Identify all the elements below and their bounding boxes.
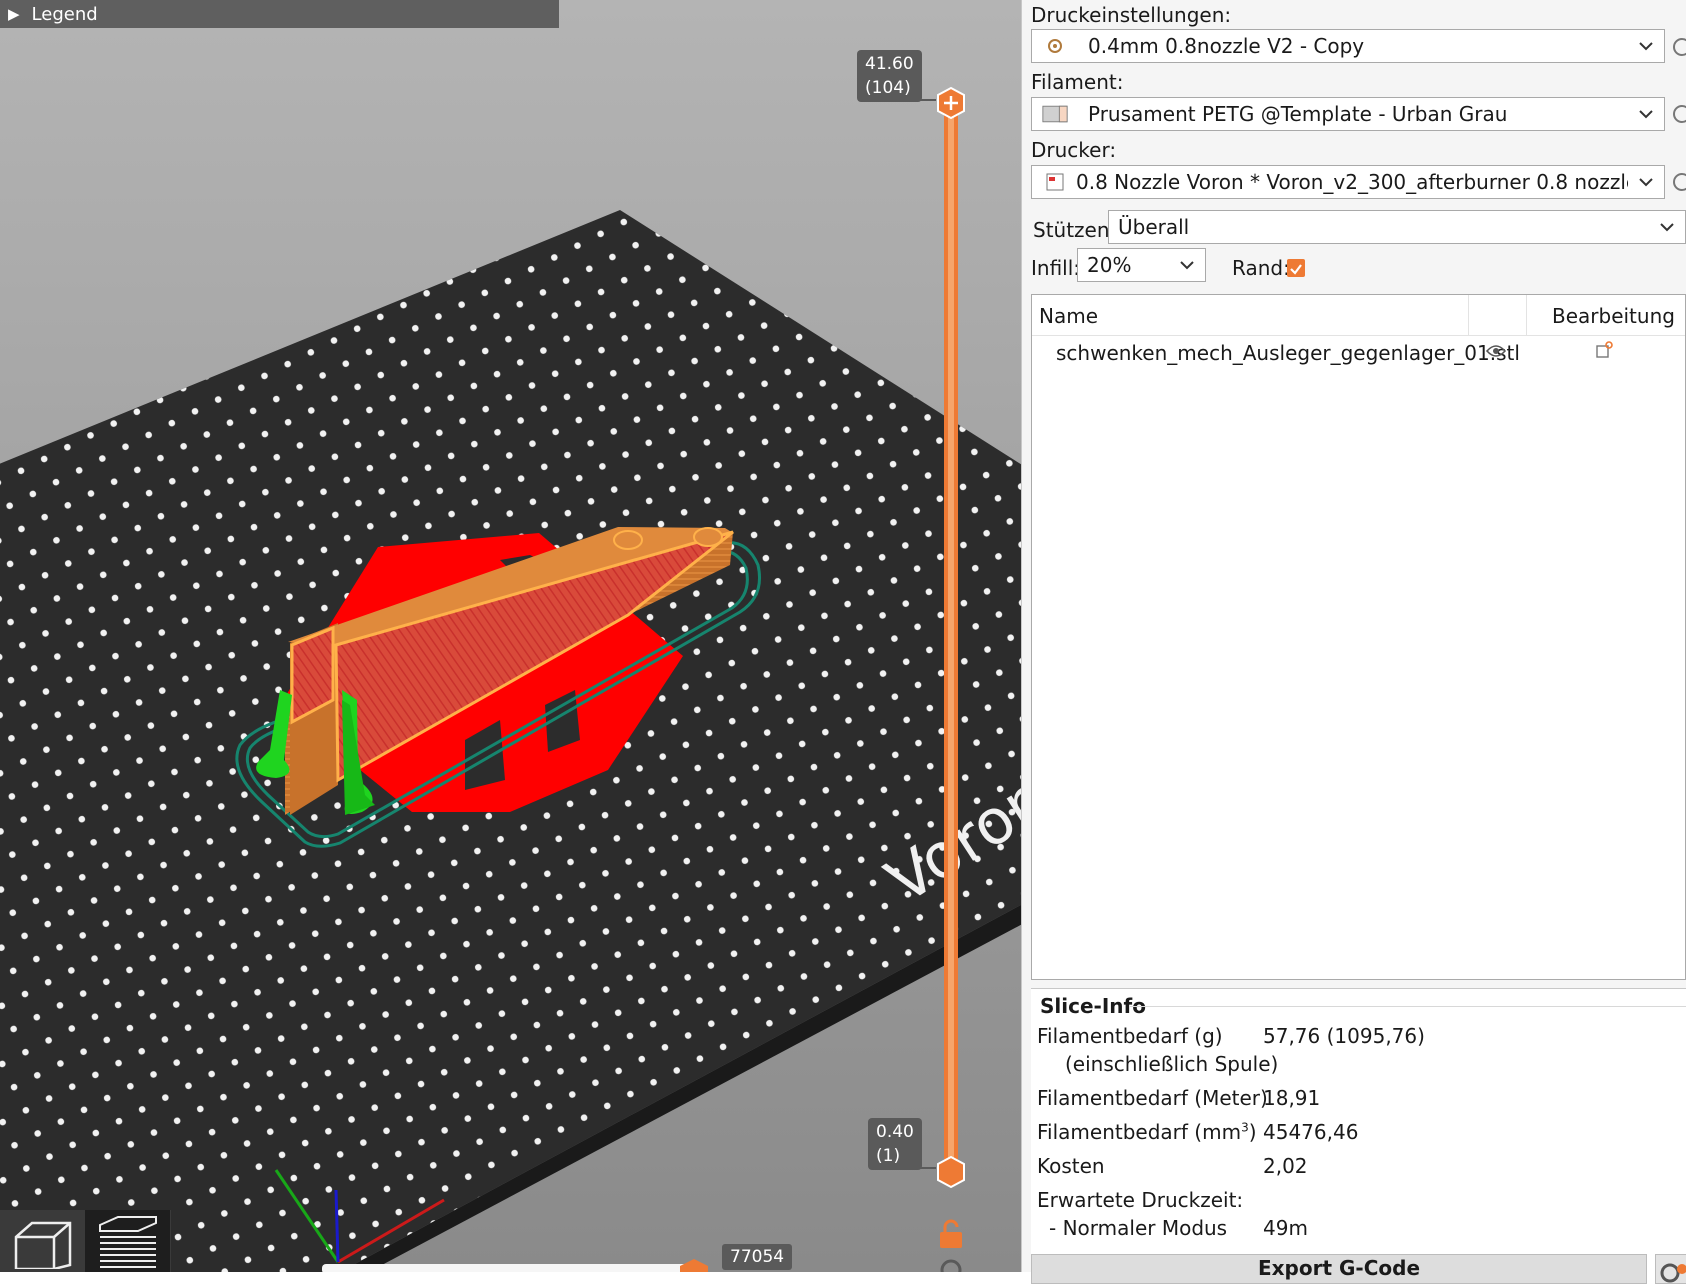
edit-settings-icon[interactable]	[1595, 341, 1613, 359]
chevron-down-icon	[1628, 109, 1664, 119]
cost-label: Kosten	[1037, 1154, 1105, 1178]
table-row[interactable]: schwenken_mech_Ausleger_gegenlager_01.st…	[1032, 335, 1685, 371]
cost-value: 2,02	[1263, 1154, 1308, 1178]
filament-value: Prusament PETG @Template - Urban Grau	[1088, 102, 1508, 126]
column-divider	[1526, 295, 1527, 335]
object-name: schwenken_mech_Ausleger_gegenlager_01.st…	[1056, 341, 1520, 365]
supports-value: Überall	[1118, 215, 1190, 239]
settings-cog-icon[interactable]	[940, 1259, 962, 1272]
view-mode-switch	[0, 1210, 171, 1272]
infill-combo[interactable]: 20%	[1077, 248, 1206, 282]
bottom-layer-label: 0.40 (1)	[868, 1118, 922, 1170]
printer-value: 0.8 Nozzle Voron * Voron_v2_300_afterbur…	[1076, 170, 1628, 194]
top-layer-height: 41.60	[865, 54, 914, 74]
filament-m-value: 18,91	[1263, 1086, 1321, 1110]
filament-combo[interactable]: Prusament PETG @Template - Urban Grau	[1031, 97, 1665, 131]
filament-g-sublabel: (einschließlich Spule)	[1065, 1052, 1279, 1076]
object-list-header: Name Bearbeitung	[1032, 295, 1685, 336]
column-header-name[interactable]: Name	[1039, 304, 1098, 328]
print-settings-label: Druckeinstellungen:	[1031, 3, 1232, 27]
legend-toggle[interactable]: ▶ Legend	[0, 0, 559, 28]
settings-sidebar: Druckeinstellungen: 0.4mm 0.8nozzle V2 -…	[1021, 0, 1686, 1284]
print-settings-combo[interactable]: 0.4mm 0.8nozzle V2 - Copy	[1031, 29, 1665, 63]
layer-slider-bottom-handle	[937, 1155, 965, 1189]
export-gcode-button[interactable]: Export G-Code	[1031, 1254, 1647, 1284]
gear-preset-icon	[1042, 35, 1068, 57]
slice-info-panel: Slice-Info Filamentbedarf (g) (einschlie…	[1031, 988, 1686, 1272]
top-layer-label: 41.60 (104)	[857, 50, 922, 102]
bottom-layer-height: 0.40	[876, 1122, 914, 1142]
slice-info-divider	[1130, 1006, 1686, 1007]
chevron-down-icon	[1628, 41, 1664, 51]
supports-label: Stützen:	[1033, 218, 1117, 242]
lock-icon[interactable]	[940, 1219, 962, 1248]
layers-icon	[98, 1216, 157, 1268]
legend-label: Legend	[31, 3, 98, 25]
chevron-down-icon	[1169, 260, 1205, 270]
eye-icon[interactable]	[1486, 344, 1506, 358]
supports-combo[interactable]: Überall	[1108, 210, 1686, 244]
filament-g-value: 57,76 (1095,76)	[1263, 1024, 1425, 1048]
printer-icon	[1042, 171, 1068, 193]
expand-triangle-icon: ▶	[8, 5, 20, 23]
move-position-label: 77054	[722, 1244, 793, 1270]
bottom-layer-number: (1)	[876, 1146, 901, 1166]
column-header-edit[interactable]: Bearbeitung	[1552, 304, 1675, 328]
infill-value: 20%	[1087, 253, 1132, 277]
filament-g-label: Filamentbedarf (g)	[1037, 1024, 1223, 1048]
chevron-down-icon	[1649, 222, 1685, 232]
scene-canvas[interactable]: VoronD	[0, 0, 1021, 1272]
infill-label: Infill:	[1031, 256, 1081, 280]
filament-color-icon	[1042, 103, 1068, 125]
printer-combo[interactable]: 0.8 Nozzle Voron * Voron_v2_300_afterbur…	[1031, 165, 1665, 199]
printer-label: Drucker:	[1031, 138, 1117, 162]
edit-print-preset-gear-icon[interactable]	[1670, 36, 1686, 58]
filament-mm3-label-text: Filamentbedarf (mm	[1037, 1120, 1242, 1144]
filament-mm3-label: Filamentbedarf (mm3)	[1037, 1120, 1257, 1144]
brim-label: Rand:	[1232, 256, 1290, 280]
normal-mode-label: - Normaler Modus	[1049, 1216, 1228, 1240]
send-to-printer-button[interactable]	[1655, 1254, 1686, 1284]
filament-mm3-label-superscript: 3	[1241, 1120, 1249, 1135]
preview-layers-button[interactable]	[85, 1210, 170, 1272]
checkmark-icon	[1290, 264, 1302, 275]
edit-filament-preset-gear-icon[interactable]	[1670, 103, 1686, 125]
brim-checkbox[interactable]	[1287, 259, 1305, 277]
filament-m-label: Filamentbedarf (Meter)	[1037, 1086, 1268, 1110]
move-slider-handle	[680, 1259, 708, 1272]
filament-mm3-value: 45476,46	[1263, 1120, 1359, 1144]
chevron-down-icon	[1628, 177, 1664, 187]
edit-printer-preset-gear-icon[interactable]	[1670, 171, 1686, 193]
object-list[interactable]: Name Bearbeitung schwenken_mech_Ausleger…	[1031, 294, 1686, 980]
filament-label: Filament:	[1031, 70, 1124, 94]
top-layer-number: (104)	[865, 78, 911, 98]
cube-icon	[14, 1221, 71, 1269]
print-time-label: Erwartete Druckzeit:	[1037, 1188, 1244, 1212]
print-settings-value: 0.4mm 0.8nozzle V2 - Copy	[1088, 34, 1365, 58]
3d-view-button[interactable]	[0, 1210, 85, 1272]
filament-mm3-label-close: )	[1248, 1120, 1257, 1144]
column-divider	[1468, 295, 1469, 335]
3d-viewport[interactable]: VoronD ▶ Legend 41.60 (104) 0.40 (1) 770…	[0, 0, 1021, 1272]
upload-icon	[1660, 1263, 1686, 1283]
normal-mode-value: 49m	[1263, 1216, 1308, 1240]
